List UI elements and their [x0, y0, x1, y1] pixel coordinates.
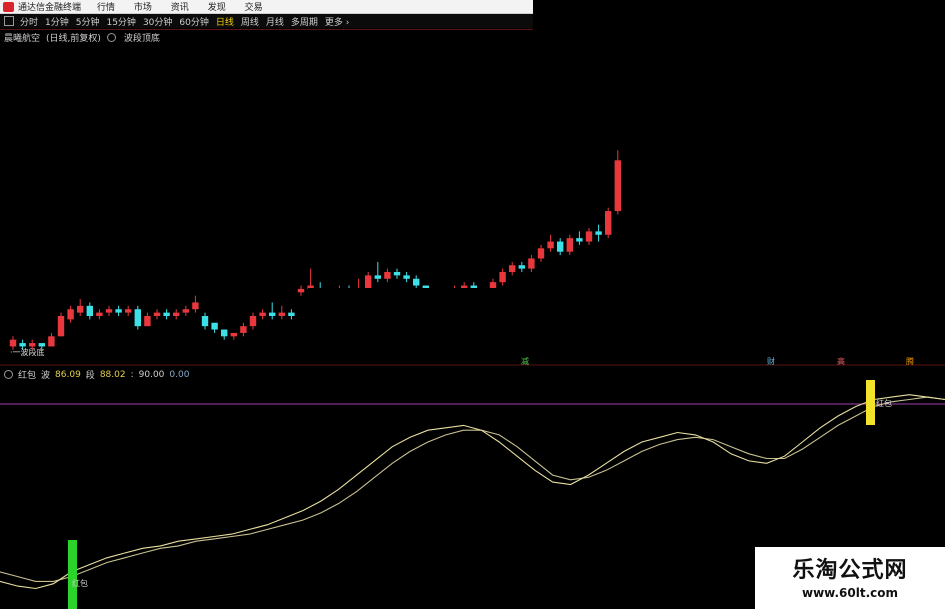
candle-body: [105, 309, 113, 313]
candle-body: [163, 312, 170, 316]
candle-body: [211, 322, 218, 330]
ref-label: :: [130, 369, 134, 380]
indicator-name[interactable]: 红包: [18, 368, 36, 381]
watermark-url: www.60lt.com: [801, 586, 899, 600]
candle-body: [192, 302, 199, 310]
candle-body: [605, 211, 612, 235]
occluded-area: [533, 0, 945, 140]
candle-body: [153, 312, 161, 316]
candle-body: [365, 275, 372, 289]
candle-body: [9, 339, 17, 347]
watermark: 乐淘公式网 www.60lt.com: [755, 547, 945, 609]
candle-body: [374, 275, 381, 279]
candle-body: [144, 316, 151, 327]
candle-body: [96, 312, 103, 316]
candle-body: [77, 305, 84, 313]
candle-body: [384, 272, 391, 279]
candle-body: [547, 241, 554, 249]
wave-value: 86.09: [55, 369, 81, 380]
candle-body: [29, 343, 36, 347]
watermark-title: 乐淘公式网: [792, 558, 908, 583]
marker-label-3: 高: [837, 357, 845, 366]
candle-body: [86, 305, 93, 316]
sell-signal-label: 红包: [876, 399, 892, 408]
marker-label-1: 减: [521, 357, 529, 366]
candle-body: [278, 312, 285, 316]
indicator-settings-icon-2[interactable]: [4, 370, 13, 379]
candle-body: [614, 160, 621, 212]
candle-body: [201, 316, 209, 327]
candle-body: [576, 238, 583, 242]
candle-body: [585, 231, 593, 242]
candle-body: [566, 238, 573, 252]
candle-body: [249, 316, 257, 327]
candle-body: [509, 265, 516, 272]
candle-body: [528, 258, 535, 269]
candle-body: [57, 316, 65, 337]
candle-body: [499, 272, 506, 283]
marker-label-2: 财: [767, 357, 775, 366]
candle-body: [173, 312, 180, 316]
marker-label-4: 腾: [906, 357, 914, 366]
candle-body: [240, 326, 247, 333]
candle-body: [595, 231, 602, 235]
candle-body: [48, 336, 55, 347]
candle-body: [393, 272, 401, 276]
seg-label: 段: [85, 371, 95, 381]
wave-label: 波: [41, 371, 51, 381]
candle-body: [259, 312, 266, 316]
candle-body: [19, 343, 26, 347]
candle-body: [413, 278, 420, 286]
candle-body: [403, 275, 410, 279]
candle-body: [537, 248, 545, 259]
candle-body: [288, 312, 295, 316]
sell-signal-bar: [866, 380, 875, 425]
candle-body: [221, 329, 228, 337]
extra-value: 0.00: [169, 369, 190, 380]
candle-body: [115, 309, 122, 313]
candle-body: [125, 309, 132, 313]
candle-body: [297, 288, 305, 293]
ref-value: 90.00: [138, 369, 165, 380]
candle-body: [557, 241, 564, 252]
candle-body: [67, 309, 74, 320]
candle-body: [230, 332, 237, 337]
buy-signal-bar: [68, 540, 77, 609]
candles-layer: [9, 150, 634, 350]
candle-body: [269, 312, 276, 316]
occlusion-bar: [308, 288, 634, 322]
candle-body: [134, 309, 141, 327]
candle-body: [38, 343, 45, 347]
seg-value: 88.02: [99, 369, 126, 380]
indicator-info-line: 红包 波 86.09 段 88.02 : 90.00 0.00: [4, 368, 189, 381]
candle-body: [518, 265, 525, 269]
wave-bottom-label: ·一波段底: [10, 348, 45, 357]
candle-body: [182, 309, 189, 313]
buy-signal-label: 红包: [72, 579, 88, 588]
